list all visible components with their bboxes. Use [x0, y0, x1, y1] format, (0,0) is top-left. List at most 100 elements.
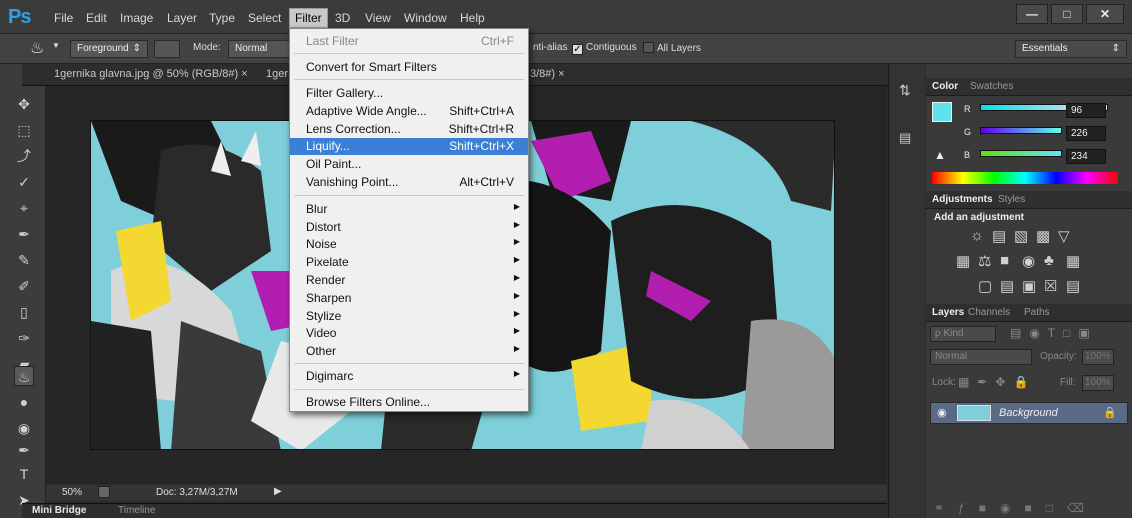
- menu-item-noise[interactable]: Noise ▶: [290, 236, 528, 253]
- blur-tool-icon[interactable]: ●: [14, 392, 34, 412]
- hue-saturation-icon[interactable]: ▦: [956, 252, 970, 270]
- pattern-picker[interactable]: [154, 40, 180, 58]
- menu-3d[interactable]: 3D: [331, 10, 354, 26]
- status-menu-arrow-icon[interactable]: ▶: [274, 486, 282, 497]
- tab-styles[interactable]: Styles: [998, 194, 1025, 205]
- paint-bucket-tool-icon[interactable]: ♨: [14, 366, 34, 386]
- color-balance-icon[interactable]: ⚖: [978, 252, 991, 270]
- brightness-icon[interactable]: ☼: [970, 227, 984, 244]
- threshold-icon[interactable]: ▣: [1022, 277, 1036, 295]
- menu-item-vanishing-point[interactable]: Vanishing Point... Alt+Ctrl+V: [290, 174, 528, 191]
- menu-item-pixelate[interactable]: Pixelate ▶: [290, 254, 528, 271]
- menu-item-filter-gallery[interactable]: Filter Gallery...: [290, 85, 528, 102]
- crop-tool-icon[interactable]: ⌖: [14, 198, 34, 218]
- blend-mode-dropdown[interactable]: Normal: [930, 349, 1032, 365]
- foreground-color-swatch[interactable]: [932, 102, 952, 122]
- channel-g-value[interactable]: 226: [1066, 126, 1106, 141]
- tab-layers[interactable]: Layers: [932, 307, 964, 318]
- menu-file[interactable]: File: [50, 10, 77, 26]
- tab-timeline[interactable]: Timeline: [118, 505, 155, 516]
- gradient-map-icon[interactable]: ▤: [1066, 277, 1080, 295]
- tab-channels[interactable]: Channels: [968, 307, 1010, 318]
- eyedropper-tool-icon[interactable]: ✒: [14, 224, 34, 244]
- invert-icon[interactable]: ▢: [978, 277, 992, 295]
- layer-row-background[interactable]: ◉ Background 🔒: [930, 402, 1128, 424]
- anti-alias-label[interactable]: nti-alias: [533, 42, 567, 53]
- levels-icon[interactable]: ▤: [992, 227, 1006, 245]
- black-white-icon[interactable]: ■: [1000, 252, 1009, 269]
- brush-tool-icon[interactable]: ✐: [14, 276, 34, 296]
- tab-adjustments[interactable]: Adjustments: [932, 194, 993, 205]
- minimize-button[interactable]: —: [1016, 4, 1048, 24]
- paint-bucket-icon[interactable]: ♨: [30, 38, 44, 58]
- menu-layer[interactable]: Layer: [163, 10, 201, 26]
- menu-image[interactable]: Image: [116, 10, 157, 26]
- opacity-field[interactable]: 100%: [1082, 349, 1114, 365]
- tab-color[interactable]: Color: [932, 81, 958, 92]
- properties-icon[interactable]: ▤: [899, 130, 911, 146]
- menu-type[interactable]: Type: [205, 10, 239, 26]
- menu-item-adaptive-wide-angle[interactable]: Adaptive Wide Angle... Shift+Ctrl+A: [290, 103, 528, 120]
- close-icon[interactable]: ×: [241, 68, 247, 80]
- menu-item-blur[interactable]: Blur ▶: [290, 201, 528, 218]
- mode-dropdown[interactable]: Normal: [228, 40, 290, 58]
- contiguous-checkbox[interactable]: ✓ Contiguous: [572, 42, 637, 55]
- fill-field[interactable]: 100%: [1082, 375, 1114, 391]
- layer-filter-icons[interactable]: ▤◉T□▣: [1010, 326, 1098, 340]
- curves-icon[interactable]: ▧: [1014, 227, 1028, 245]
- posterize-icon[interactable]: ▤: [1000, 277, 1014, 295]
- layer-name[interactable]: Background: [999, 407, 1058, 419]
- fill-source-dropdown[interactable]: Foreground ⇕: [70, 40, 148, 58]
- menu-item-digimarc[interactable]: Digimarc ▶: [290, 368, 528, 385]
- menu-item-lens-correction[interactable]: Lens Correction... Shift+Ctrl+R: [290, 121, 528, 138]
- quick-select-tool-icon[interactable]: ✓: [14, 172, 34, 192]
- zoom-level[interactable]: 50%: [62, 487, 82, 498]
- chevron-down-icon[interactable]: ▼: [52, 41, 60, 50]
- dodge-tool-icon[interactable]: ◉: [14, 418, 34, 438]
- tab-paths[interactable]: Paths: [1024, 307, 1050, 318]
- menu-window[interactable]: Window: [400, 10, 451, 26]
- menu-filter[interactable]: Filter: [289, 8, 328, 28]
- tab-mini-bridge[interactable]: Mini Bridge: [32, 505, 86, 516]
- tab-document-2[interactable]: 1ger: [266, 68, 288, 80]
- clone-stamp-tool-icon[interactable]: ▯: [14, 302, 34, 322]
- color-spectrum-ramp[interactable]: [932, 172, 1118, 184]
- menu-item-liquify[interactable]: Liquify... Shift+Ctrl+X: [290, 138, 528, 155]
- menu-item-convert-smart-filters[interactable]: Convert for Smart Filters: [290, 59, 528, 76]
- menu-edit[interactable]: Edit: [82, 10, 111, 26]
- workspace-dropdown[interactable]: Essentials ⇕: [1015, 40, 1127, 58]
- export-icon[interactable]: [98, 486, 110, 498]
- tab-swatches[interactable]: Swatches: [970, 81, 1013, 92]
- channel-mixer-icon[interactable]: ♣: [1044, 252, 1054, 269]
- pen-tool-icon[interactable]: ✒: [14, 440, 34, 460]
- menu-view[interactable]: View: [361, 10, 395, 26]
- lock-icons[interactable]: ▦✒✥🔒: [958, 375, 1036, 389]
- channel-r-value[interactable]: 96: [1066, 103, 1106, 118]
- exposure-icon[interactable]: ▩: [1036, 227, 1050, 245]
- color-lookup-icon[interactable]: ▦: [1066, 252, 1080, 270]
- menu-item-other[interactable]: Other ▶: [290, 343, 528, 360]
- maximize-button[interactable]: □: [1051, 4, 1083, 24]
- channel-g-slider[interactable]: [980, 127, 1062, 134]
- menu-item-video[interactable]: Video ▶: [290, 325, 528, 342]
- menu-item-browse-filters-online[interactable]: Browse Filters Online...: [290, 394, 528, 411]
- layer-filter-kind[interactable]: ρ Kind: [930, 326, 996, 342]
- selective-color-icon[interactable]: ☒: [1044, 277, 1057, 295]
- layer-footer-icons[interactable]: ⚭ƒ■◉■□⌫: [934, 501, 1098, 515]
- history-icon[interactable]: ⇅: [899, 82, 911, 99]
- tab-document-3[interactable]: 3/8#) ×: [530, 68, 565, 80]
- photo-filter-icon[interactable]: ◉: [1022, 252, 1035, 270]
- menu-help[interactable]: Help: [456, 10, 489, 26]
- vibrance-icon[interactable]: ▽: [1058, 227, 1070, 245]
- type-tool-icon[interactable]: T: [14, 464, 34, 484]
- menu-item-oil-paint[interactable]: Oil Paint...: [290, 156, 528, 173]
- history-brush-tool-icon[interactable]: ✑: [14, 328, 34, 348]
- menu-item-render[interactable]: Render ▶: [290, 272, 528, 289]
- lasso-tool-icon[interactable]: ⤴: [14, 146, 34, 166]
- close-icon[interactable]: ×: [558, 68, 564, 80]
- close-button[interactable]: ✕: [1086, 4, 1124, 24]
- eye-visibility-icon[interactable]: ◉: [937, 406, 947, 419]
- menu-item-stylize[interactable]: Stylize ▶: [290, 308, 528, 325]
- all-layers-checkbox[interactable]: All Layers: [643, 42, 701, 54]
- marquee-tool-icon[interactable]: ⬚: [14, 120, 34, 140]
